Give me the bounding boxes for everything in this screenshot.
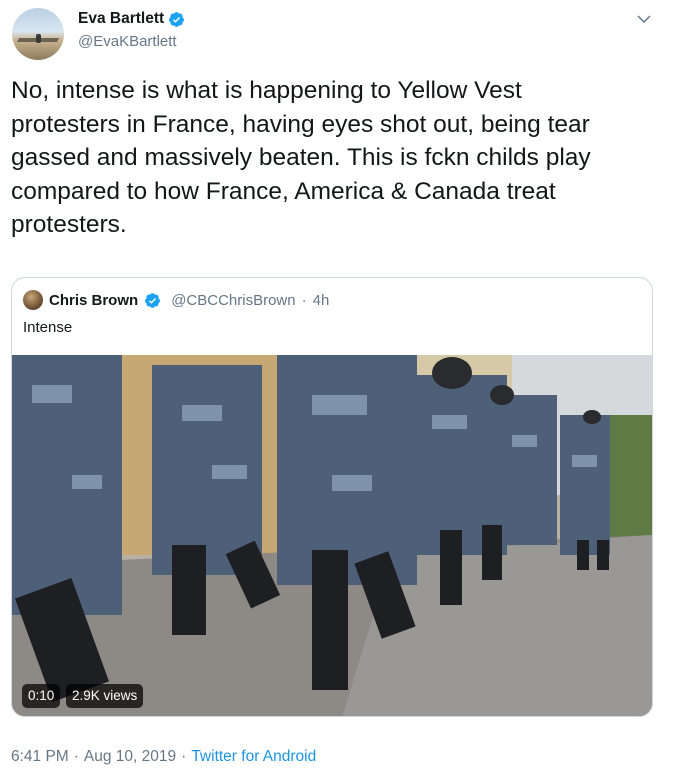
avatar-figure: [36, 34, 41, 43]
footer-separator: ·: [181, 748, 187, 765]
video-frame: [12, 355, 652, 716]
quoted-header: Chris Brown @CBCChrisBrown · 4h: [23, 290, 329, 310]
quoted-age: 4h: [312, 291, 330, 309]
tweet-date[interactable]: Aug 10, 2019: [84, 748, 176, 766]
tweet-text: No, intense is what is happening to Yell…: [11, 77, 591, 238]
source-app-link[interactable]: Twitter for Android: [191, 748, 316, 766]
footer-separator: ·: [73, 748, 79, 765]
quoted-tweet[interactable]: Chris Brown @CBCChrisBrown · 4h Intense: [11, 277, 653, 717]
quoted-author-name: Chris Brown: [49, 291, 139, 309]
tweet-footer: 6:41 PM · Aug 10, 2019 · Twitter for And…: [11, 748, 316, 766]
quoted-separator: ·: [301, 291, 307, 309]
quoted-author-handle: @CBCChrisBrown: [171, 291, 296, 309]
verified-badge-icon: [145, 292, 161, 308]
verified-badge-icon: [169, 11, 185, 27]
chevron-down-icon[interactable]: [635, 10, 653, 28]
avatar[interactable]: [12, 8, 64, 60]
author-name[interactable]: Eva Bartlett: [78, 10, 164, 28]
quoted-text: Intense: [23, 319, 73, 336]
quoted-avatar: [23, 290, 43, 310]
tweet: Eva Bartlett @EvaKBartlett No, intense i…: [0, 0, 681, 777]
video-player[interactable]: 0:10 2.9K views: [12, 355, 652, 716]
author-name-row[interactable]: Eva Bartlett: [78, 10, 185, 28]
video-duration: 0:10: [22, 684, 61, 708]
author-handle[interactable]: @EvaKBartlett: [78, 33, 177, 50]
video-views: 2.9K views: [66, 684, 144, 708]
tweet-time[interactable]: 6:41 PM: [11, 748, 69, 766]
